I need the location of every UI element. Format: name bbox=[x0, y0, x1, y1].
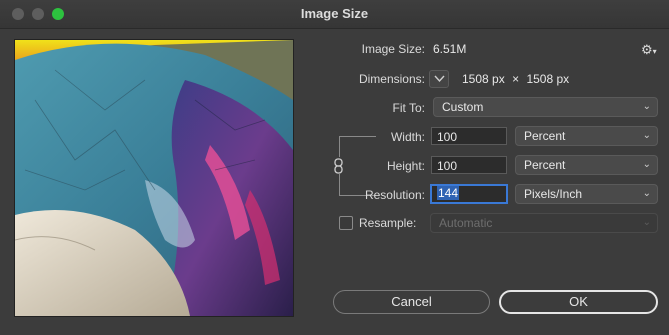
resolution-input[interactable]: 144 bbox=[430, 184, 508, 204]
image-preview[interactable] bbox=[14, 39, 294, 317]
dimensions-width-unit: px bbox=[492, 72, 505, 86]
height-unit-select[interactable]: Percent ⌄ bbox=[515, 155, 658, 175]
width-label: Width: bbox=[390, 130, 425, 144]
dimensions-height-unit: px bbox=[556, 72, 570, 86]
dimensions-value: 1508 px × 1508 px bbox=[462, 72, 569, 86]
height-label: Height: bbox=[386, 159, 425, 173]
chevron-down-icon[interactable] bbox=[429, 70, 449, 88]
image-size-label: Image Size: bbox=[361, 42, 425, 56]
chevron-down-icon: ⌄ bbox=[642, 101, 651, 112]
resample-value: Automatic bbox=[439, 216, 493, 230]
chevron-down-icon: ⌄ bbox=[642, 217, 651, 228]
resample-select[interactable]: Automatic ⌄ bbox=[430, 213, 658, 233]
ok-button[interactable]: OK bbox=[499, 290, 658, 314]
dimensions-label: Dimensions: bbox=[358, 72, 425, 86]
dimensions-width: 1508 bbox=[462, 72, 489, 86]
gear-icon[interactable]: ⚙▾ bbox=[641, 42, 657, 58]
height-unit-value: Percent bbox=[524, 158, 566, 172]
image-size-value: 6.51M bbox=[433, 42, 467, 56]
title-bar: Image Size bbox=[0, 0, 669, 29]
window-title: Image Size bbox=[300, 6, 369, 21]
width-unit-select[interactable]: Percent ⌄ bbox=[515, 126, 658, 146]
cancel-button[interactable]: Cancel bbox=[333, 290, 490, 314]
resolution-unit-value: Pixels/Inch bbox=[524, 187, 583, 201]
width-input[interactable]: 100 bbox=[431, 127, 507, 145]
dimensions-times: × bbox=[512, 72, 520, 86]
chevron-down-icon: ⌄ bbox=[642, 188, 651, 199]
chevron-down-icon: ⌄ bbox=[642, 130, 651, 141]
height-input[interactable]: 100 bbox=[431, 156, 507, 174]
resolution-label: Resolution: bbox=[364, 188, 425, 202]
dimensions-height: 1508 bbox=[526, 72, 554, 86]
resolution-unit-select[interactable]: Pixels/Inch ⌄ bbox=[515, 184, 658, 204]
preview-artwork bbox=[15, 40, 293, 316]
fit-to-value: Custom bbox=[442, 100, 484, 114]
resample-label: Resample: bbox=[359, 216, 417, 230]
chevron-down-icon: ⌄ bbox=[642, 159, 651, 170]
resample-checkbox[interactable] bbox=[339, 216, 353, 230]
width-unit-value: Percent bbox=[524, 129, 566, 143]
resolution-value: 144 bbox=[437, 186, 460, 200]
fit-to-label: Fit To: bbox=[392, 101, 425, 115]
fit-to-select[interactable]: Custom ⌄ bbox=[433, 97, 658, 117]
